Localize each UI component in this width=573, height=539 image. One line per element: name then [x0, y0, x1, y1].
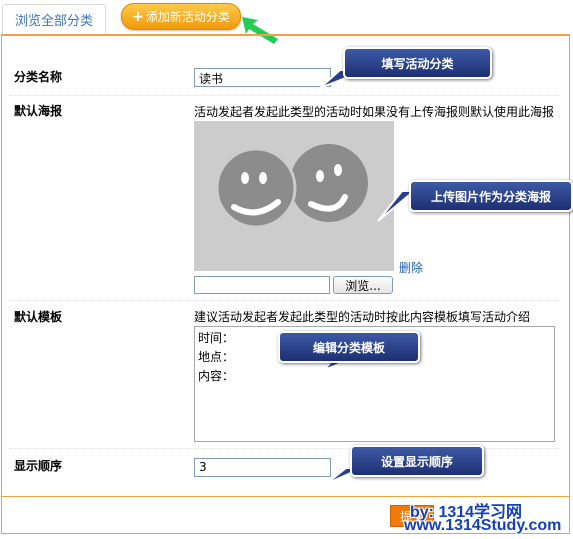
smiley-faces-icon [215, 144, 368, 229]
default-poster-label: 默认海报 [14, 104, 63, 118]
plus-icon: + [132, 8, 144, 25]
poster-hint: 活动发起者发起此类型的活动时如果没有上传海报则默认使用此海报 [194, 105, 555, 119]
callout-fill-category: 填写活动分类 [343, 47, 492, 79]
delete-poster-link[interactable]: 删除 [399, 259, 423, 276]
watermark-line2: www.1314Study.com [404, 517, 562, 534]
display-order-input[interactable]: 3 [194, 458, 331, 477]
row-divider [10, 95, 560, 96]
callout-edit-template: 编辑分类模板 [278, 331, 420, 363]
callout-upload-poster: 上传图片作为分类海报 [409, 180, 573, 212]
add-category-button[interactable]: + 添加新活动分类 [121, 3, 241, 30]
footer-divider [1, 496, 570, 497]
template-hint: 建议活动发起者发起此类型的活动时按此内容模板填写活动介绍 [194, 310, 531, 324]
category-name-input[interactable]: 读书 [194, 68, 331, 87]
tab-browse-label: 浏览全部分类 [14, 14, 93, 29]
default-template-label: 默认模板 [14, 310, 63, 324]
add-category-label: 添加新活动分类 [145, 10, 230, 24]
category-name-label: 分类名称 [14, 70, 63, 84]
tab-browse-all-categories[interactable]: 浏览全部分类 [2, 4, 106, 34]
callout-set-order: 设置显示顺序 [350, 445, 484, 477]
display-order-label: 显示顺序 [14, 459, 63, 473]
watermark: by: 1314学习网 www.1314Study.com [404, 498, 572, 538]
poster-file-input[interactable] [194, 276, 330, 294]
poster-image [194, 121, 394, 271]
template-line: 内容： [198, 369, 235, 383]
browse-button[interactable]: 浏览... [333, 276, 393, 294]
row-divider [10, 300, 560, 301]
